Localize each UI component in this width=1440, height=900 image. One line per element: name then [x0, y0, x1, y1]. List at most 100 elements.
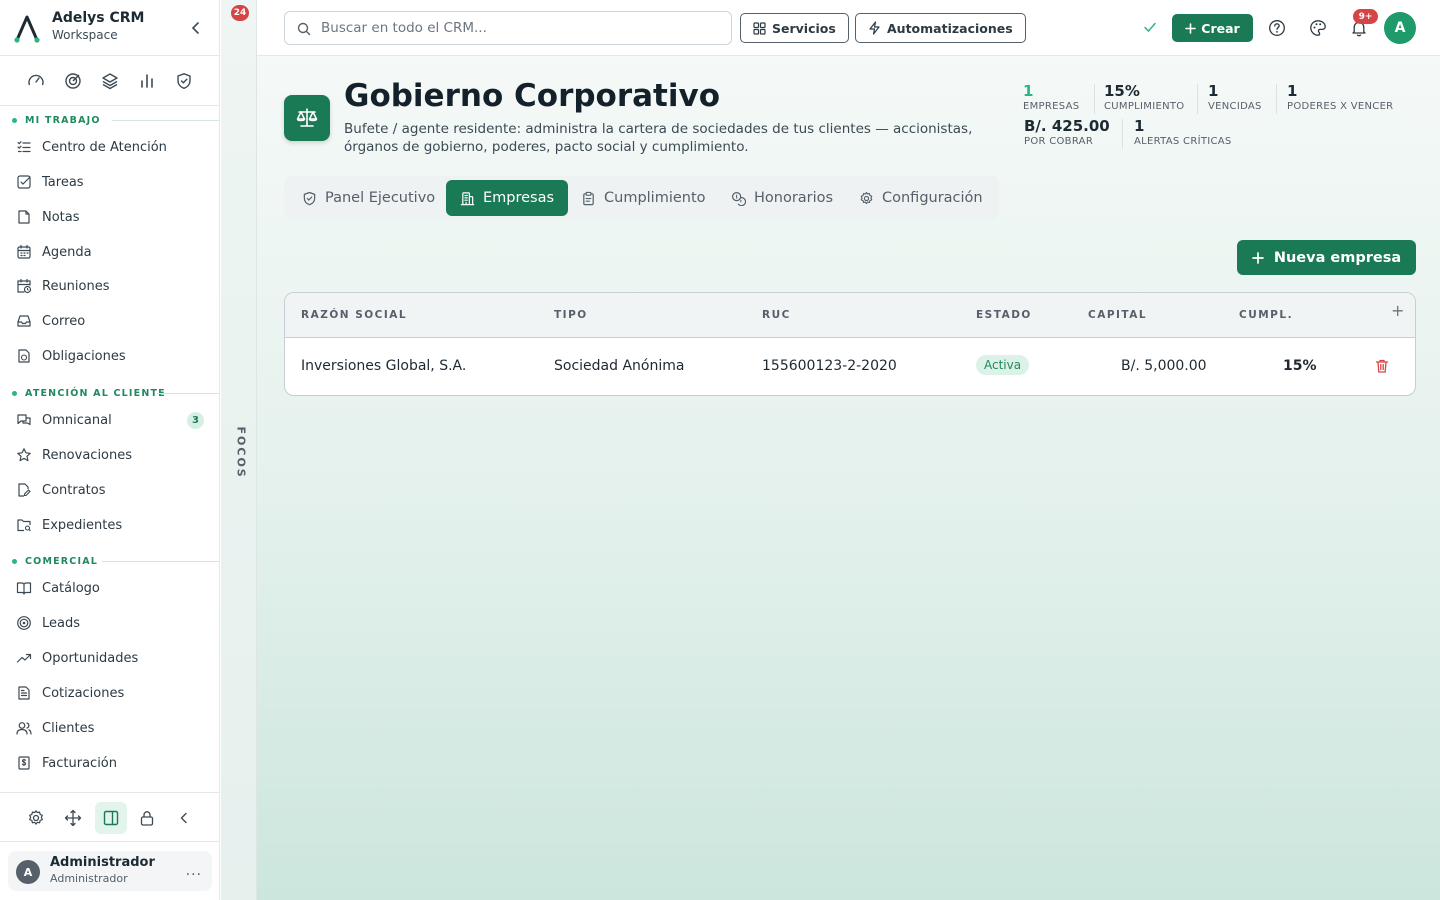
checkbox-icon — [17, 175, 31, 189]
new-company-button[interactable]: Nueva empresa — [1237, 240, 1416, 275]
cell-cumplimiento: 15% — [1283, 358, 1317, 374]
book-open-icon — [16, 582, 32, 595]
user-card[interactable]: A Administrador Administrador ... — [8, 851, 212, 891]
palette-icon[interactable] — [1308, 18, 1328, 38]
nav-tareas[interactable]: Tareas — [8, 166, 212, 198]
kpi-poderes-x-vencer: 1 PODERES X VENCER — [1287, 82, 1394, 112]
col-razon-social[interactable]: RAZÓN SOCIAL — [301, 309, 407, 321]
col-tipo[interactable]: TIPO — [554, 309, 588, 321]
gauge-icon[interactable] — [25, 70, 47, 92]
nav-centro-atencion[interactable]: Centro de Atención — [8, 131, 212, 163]
add-column-icon[interactable]: + — [1391, 301, 1404, 320]
nav-leads[interactable]: Leads — [8, 607, 212, 639]
sidebar: Adelys CRM Workspace MI TRABAJO Centro d… — [0, 0, 220, 900]
nav-correo[interactable]: Correo — [8, 305, 212, 337]
sync-check-icon — [1144, 22, 1156, 33]
col-capital[interactable]: CAPITAL — [1088, 309, 1147, 321]
col-cumplimiento[interactable]: CUMPL. — [1239, 309, 1293, 321]
more-options-icon[interactable]: ... — [186, 863, 202, 879]
kpi-empresas: 1 EMPRESAS — [1023, 82, 1080, 112]
inbox-icon — [17, 315, 31, 327]
adelys-logo-icon — [14, 15, 40, 43]
nav-notas[interactable]: Notas — [8, 201, 212, 233]
layers-icon[interactable] — [99, 70, 121, 92]
focos-label: FOCOS — [234, 426, 248, 479]
col-estado[interactable]: ESTADO — [976, 309, 1032, 321]
cell-razon-social[interactable]: Inversiones Global, S.A. — [301, 358, 466, 374]
tab-honorarios[interactable]: Honorarios — [717, 180, 847, 216]
focos-panel[interactable]: 24 FOCOS — [221, 0, 257, 900]
star-icon — [17, 448, 31, 462]
file-text-icon — [18, 686, 30, 700]
tab-empresas[interactable]: Empresas — [446, 180, 569, 216]
trash-icon[interactable] — [1374, 358, 1390, 374]
nav-facturacion[interactable]: Facturación — [8, 747, 212, 779]
cell-ruc: 155600123-2-2020 — [762, 358, 897, 374]
section-comercial: COMERCIAL — [12, 554, 220, 568]
kpi-por-cobrar: B/. 425.00 POR COBRAR — [1024, 117, 1110, 147]
nav-expedientes[interactable]: Expedientes — [8, 509, 212, 541]
nav-cotizaciones[interactable]: Cotizaciones — [8, 677, 212, 709]
nav-obligaciones[interactable]: Obligaciones — [8, 340, 212, 372]
nav-reuniones[interactable]: Reuniones — [8, 270, 212, 302]
user-avatar-menu[interactable]: A — [1384, 12, 1416, 44]
settings-gear-icon — [860, 191, 873, 204]
nav-omnicanal[interactable]: Omnicanal 3 — [8, 404, 212, 436]
nav-renovaciones[interactable]: Renovaciones — [8, 439, 212, 471]
move-arrows-icon[interactable] — [57, 802, 89, 834]
omnicanal-count-badge: 3 — [187, 412, 204, 429]
target-icon[interactable] — [62, 70, 84, 92]
table-row[interactable]: Inversiones Global, S.A. Sociedad Anónim… — [285, 338, 1415, 395]
kpi-alertas-criticas: 1 ALERTAS CRÍTICAS — [1134, 117, 1232, 147]
section-tabs: Panel Ejecutivo Empresas Cumplimiento Ho… — [284, 176, 999, 220]
target-icon — [17, 616, 31, 630]
plus-icon — [1251, 251, 1264, 264]
shield-check-icon[interactable] — [173, 70, 195, 92]
chevron-left-icon[interactable] — [186, 18, 206, 38]
page-title: Gobierno Corporativo — [344, 78, 721, 114]
servicios-button[interactable]: Servicios — [740, 13, 849, 43]
brand-header: Adelys CRM Workspace — [0, 0, 220, 56]
automatizaciones-button[interactable]: Automatizaciones — [855, 13, 1026, 43]
kpi-vencidas: 1 VENCIDAS — [1208, 82, 1262, 112]
topbar: Servicios Automatizaciones Crear 9+ A — [257, 0, 1440, 56]
brand-subtitle: Workspace — [52, 28, 118, 42]
section-atencion-cliente: ATENCIÓN AL CLIENTE — [12, 386, 220, 400]
global-search[interactable] — [284, 11, 732, 45]
tab-cumplimiento[interactable]: Cumplimiento — [567, 180, 720, 216]
users-icon — [16, 722, 32, 735]
grid-icon — [753, 21, 766, 35]
col-ruc[interactable]: RUC — [762, 309, 791, 321]
create-button[interactable]: Crear — [1172, 14, 1253, 42]
receipt-dollar-icon — [18, 756, 30, 770]
lock-icon[interactable] — [131, 802, 163, 834]
help-icon[interactable] — [1267, 18, 1287, 38]
coins-icon — [731, 191, 746, 206]
settings-gear-icon[interactable] — [20, 802, 52, 834]
quick-actions — [0, 56, 220, 106]
nav-contratos[interactable]: Contratos — [8, 474, 212, 506]
nav-agenda[interactable]: Agenda — [8, 236, 212, 268]
nav-catalogo[interactable]: Catálogo — [8, 572, 212, 604]
nav-clientes[interactable]: Clientes — [8, 712, 212, 744]
tab-configuracion[interactable]: Configuración — [845, 180, 997, 216]
plus-icon — [1185, 22, 1197, 34]
calendar-icon — [17, 244, 31, 259]
collapse-sidebar-icon[interactable] — [168, 802, 200, 834]
kpi-cumplimiento: 15% CUMPLIMIENTO — [1104, 82, 1185, 112]
file-signature-icon — [18, 483, 31, 497]
shield-check-icon — [303, 191, 316, 205]
list-check-icon — [17, 141, 31, 153]
search-icon — [297, 22, 311, 36]
lightning-icon — [869, 21, 880, 35]
bar-chart-icon[interactable] — [136, 70, 158, 92]
nav-oportunidades[interactable]: Oportunidades — [8, 642, 212, 674]
panel-layout-icon[interactable] — [95, 802, 127, 834]
status-badge: Activa — [976, 355, 1030, 375]
notification-count-badge: 9+ — [1353, 9, 1378, 24]
building-icon — [460, 191, 475, 205]
search-input[interactable] — [321, 18, 721, 38]
tab-panel-ejecutivo[interactable]: Panel Ejecutivo — [288, 180, 449, 216]
page-description: Bufete / agente residente: administra la… — [344, 121, 973, 155]
table-header: RAZÓN SOCIAL TIPO RUC ESTADO CAPITAL CUM… — [285, 293, 1415, 338]
